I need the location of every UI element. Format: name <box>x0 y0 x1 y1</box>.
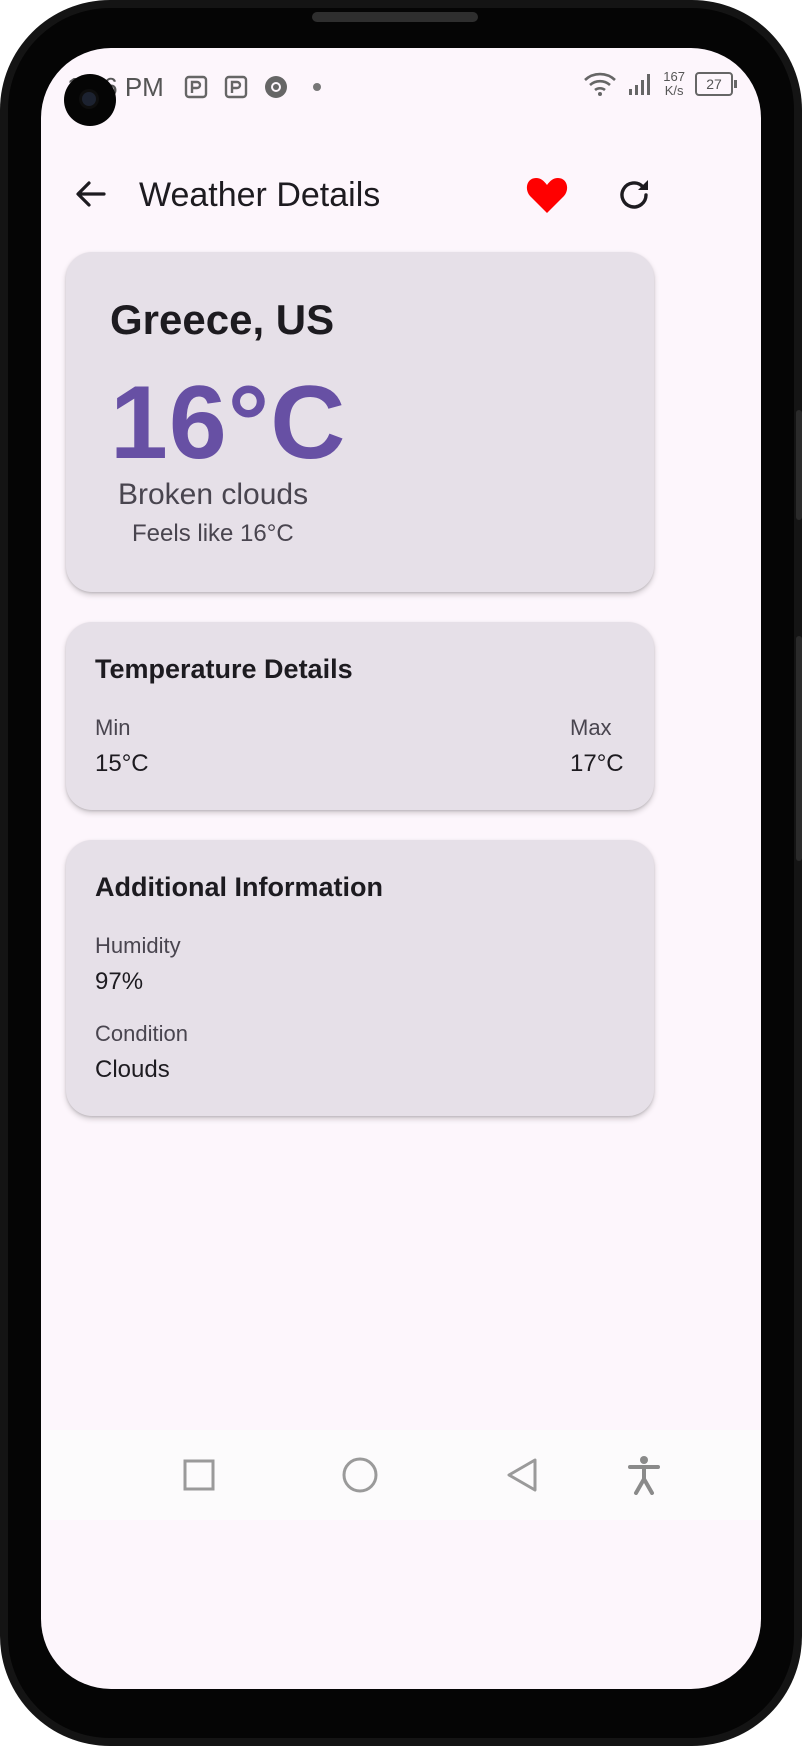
page-title: Weather Details <box>139 176 381 214</box>
home-button[interactable] <box>337 1452 383 1498</box>
weather-description: Broken clouds <box>118 478 309 511</box>
city-name: Greece, US <box>110 296 335 343</box>
min-value: 15°C <box>95 750 149 777</box>
arrow-back-icon <box>76 181 106 207</box>
refresh-button[interactable] <box>611 172 657 218</box>
current-temperature: 16°C <box>110 365 347 481</box>
condition-value: Clouds <box>95 1056 170 1083</box>
top-app-bar: Weather Details <box>41 158 761 230</box>
nav-back-button[interactable] <box>499 1452 545 1498</box>
signal-icon <box>629 74 651 95</box>
current-weather-card: Greece, US 16°C Broken clouds Feels like… <box>66 252 654 592</box>
temperature-details-title: Temperature Details <box>95 654 353 684</box>
humidity-value: 97% <box>95 968 144 995</box>
back-triangle-icon <box>507 1458 537 1492</box>
earpiece-speaker <box>312 12 478 22</box>
feels-like: Feels like 16°C <box>132 520 294 547</box>
home-circle-icon <box>342 1457 378 1493</box>
humidity-label: Humidity <box>95 933 181 958</box>
max-value: 17°C <box>570 750 624 777</box>
p-notification-icon <box>224 75 248 99</box>
additional-info-title: Additional Information <box>95 872 383 902</box>
front-camera <box>64 74 116 126</box>
system-icons: 167 K/s 27 <box>583 70 737 98</box>
network-speed-value: 167 <box>663 69 685 84</box>
heart-icon <box>526 178 568 213</box>
notification-icons <box>183 74 321 100</box>
favorite-button[interactable] <box>523 172 571 218</box>
accessibility-button[interactable] <box>621 1452 667 1498</box>
temperature-details-card: Temperature Details Min 15°C Max 17°C <box>66 622 654 810</box>
status-bar: 1:56 PM 167 K/s 27 <box>41 48 761 120</box>
phone-frame: 1:56 PM 167 K/s 27 Weather Details Greec… <box>0 0 802 1746</box>
refresh-icon <box>620 180 648 209</box>
additional-info-card: Additional Information Humidity 97% Cond… <box>66 840 654 1116</box>
battery-level: 27 <box>706 76 722 92</box>
volume-button <box>796 410 802 520</box>
battery-icon: 27 <box>695 72 737 96</box>
recents-square-icon <box>183 1459 215 1491</box>
back-button[interactable] <box>69 172 113 216</box>
accessibility-icon <box>628 1456 660 1495</box>
system-nav-bar <box>41 1430 761 1520</box>
network-speed: 167 K/s <box>663 70 685 98</box>
screen: 1:56 PM 167 K/s 27 Weather Details Greec… <box>41 48 761 1689</box>
min-label: Min <box>95 715 131 740</box>
wifi-icon <box>584 72 617 96</box>
power-button <box>796 636 802 861</box>
network-speed-unit: K/s <box>664 83 684 98</box>
dot-icon <box>313 83 321 91</box>
condition-label: Condition <box>95 1021 188 1046</box>
recents-button[interactable] <box>176 1452 222 1498</box>
chrome-icon <box>265 76 287 98</box>
max-label: Max <box>570 715 612 740</box>
p-notification-icon <box>184 75 208 99</box>
